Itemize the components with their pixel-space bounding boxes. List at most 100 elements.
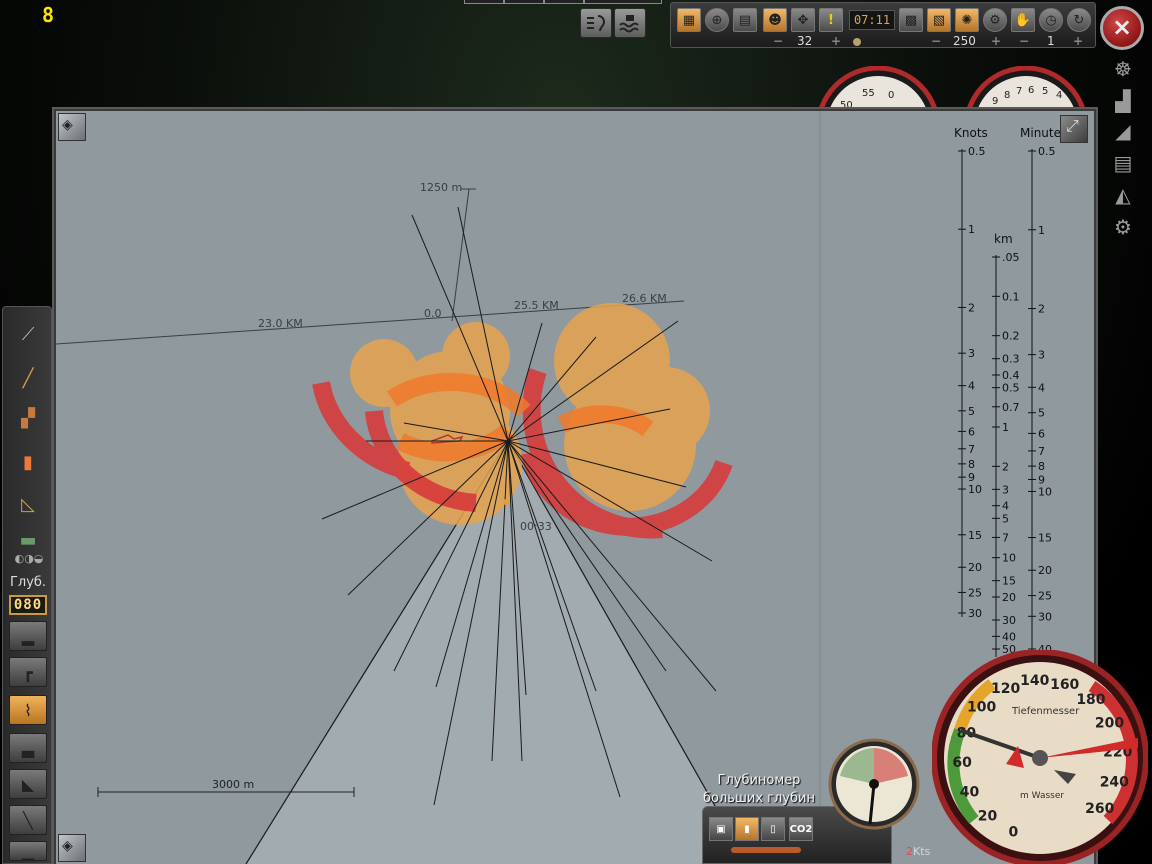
rotate-button[interactable]: ↻: [1067, 8, 1091, 32]
speed-time-distance-nomogram[interactable]: Knots Minutes km 0.51234567891015202530 …: [954, 126, 1067, 657]
bottom-button[interactable]: ▁: [9, 841, 47, 861]
uniform-button[interactable]: ◢: [1106, 116, 1140, 146]
chart-button[interactable]: ▩: [899, 8, 923, 32]
km-tick-label: 40: [1002, 630, 1016, 643]
distance-label: 25.5 KM: [514, 299, 559, 312]
alert-button[interactable]: !: [819, 8, 843, 32]
knots-tick-label: 30: [968, 607, 982, 620]
top-bar-segment: [464, 0, 504, 4]
compass-corner-icon: ◈: [62, 117, 73, 133]
engineering-button[interactable]: ⚙: [1106, 212, 1140, 242]
knots-tick-label: 20: [968, 561, 982, 574]
map-icon: ▦: [682, 12, 696, 28]
helm-button[interactable]: ☸: [1106, 54, 1140, 84]
navigation-button[interactable]: ✥: [791, 8, 815, 32]
knots-tick-label: 6: [968, 425, 975, 438]
time-plus-button[interactable]: +: [831, 34, 841, 48]
zoom-plus-button[interactable]: +: [1073, 34, 1083, 48]
scale-label: 3000 m: [212, 778, 254, 791]
surface-button[interactable]: ▂: [9, 621, 47, 651]
captain-portrait-icon: ☻: [768, 12, 782, 28]
battery-icon: ▮: [744, 823, 750, 835]
hand-button[interactable]: ✋: [1011, 8, 1035, 32]
depth-input[interactable]: 080: [9, 595, 47, 615]
pencil-tool[interactable]: ╱: [13, 363, 43, 393]
co2-button[interactable]: CO2: [789, 817, 813, 841]
hydrophone-button[interactable]: [580, 8, 612, 38]
dial-a-tick: 55: [862, 88, 875, 99]
drafting-compass-icon: ⟋: [21, 323, 35, 345]
game-screen: 8 ▦ ⊕ ▤ ☻ ✥ ! 07:11 ▩ ▧ ✺ ⚙ ✋ ◷ ↻ − 32 +…: [0, 0, 1152, 864]
knots-tick-label: 2: [968, 301, 975, 314]
battery-button[interactable]: ▮: [735, 817, 759, 841]
seabed-icon: ▁: [21, 841, 35, 861]
minutes-tick-label: 6: [1038, 427, 1045, 440]
fps-indicator: 8: [42, 3, 55, 27]
gauge-unit: m Wasser: [1020, 791, 1064, 801]
top-bar-segment: [504, 0, 544, 4]
knots-tick-label: 15: [968, 529, 982, 542]
engine-telegraph[interactable]: [826, 736, 926, 836]
periscope-button[interactable]: ⊕: [705, 8, 729, 32]
range-tick-line: [451, 188, 470, 322]
snorkel-depth-button[interactable]: ⌇: [9, 695, 47, 725]
km-tick-label: 0.4: [1002, 369, 1020, 382]
captain-button[interactable]: ☻: [763, 8, 787, 32]
map-corner-tool-bottom[interactable]: ◈: [58, 834, 86, 862]
protractor-tool[interactable]: ◺: [13, 489, 43, 519]
periscope-depth-button[interactable]: ┏: [9, 657, 47, 687]
gear-icon: ⚙: [989, 12, 1001, 28]
oxygen-button[interactable]: ▯: [761, 817, 785, 841]
knots-tick-label: 25: [968, 586, 982, 599]
view-toggles[interactable]: ◐◑◒: [7, 549, 51, 567]
deep-dive-button[interactable]: ╲: [9, 805, 47, 835]
render-minus-button[interactable]: −: [931, 34, 941, 48]
crash-dive-icon: ◣: [21, 774, 35, 794]
dial-a-tick: 0: [888, 90, 894, 101]
km-tick-label: 3: [1002, 483, 1009, 496]
crew-management-button[interactable]: ▟: [1106, 86, 1140, 116]
document-icon: ▤: [1113, 151, 1133, 175]
dive-button[interactable]: ▃: [9, 733, 47, 763]
zoom-map-button[interactable]: ▧: [927, 8, 951, 32]
triangle-icon: ◺: [21, 493, 35, 515]
depth-gauge[interactable]: 020406080100120140160180200220240260 Tie…: [932, 650, 1148, 864]
ruler-tool[interactable]: ▞: [13, 403, 43, 433]
compass-tool[interactable]: ⟋: [13, 319, 43, 349]
knots-tick-label: 7: [968, 443, 975, 456]
eraser-icon: ▮: [23, 451, 33, 473]
co2-label: CO2: [789, 823, 813, 835]
crash-dive-button[interactable]: ◣: [9, 769, 47, 799]
map-expand-button[interactable]: ⤢: [1060, 115, 1088, 143]
knots-tick-label: 8: [968, 458, 975, 471]
km-tick-label: 0.3: [1002, 353, 1020, 366]
logbook-button[interactable]: ▤: [733, 8, 757, 32]
close-button[interactable]: ×: [1100, 6, 1144, 50]
time-minus-button[interactable]: −: [773, 34, 783, 48]
eraser-tool[interactable]: ▮: [13, 447, 43, 477]
documents-button[interactable]: ▤: [1106, 148, 1140, 178]
time-compression-button[interactable]: ◷: [1039, 8, 1063, 32]
km-tick-label: 0.2: [1002, 330, 1020, 343]
depth-tick-label: 60: [952, 755, 972, 771]
flood-button[interactable]: ▣: [709, 817, 733, 841]
ship-wheel-icon: ☸: [1114, 57, 1132, 81]
map-corner-tool[interactable]: ◈: [58, 113, 86, 141]
minutes-tick-label: 2: [1038, 303, 1045, 316]
zoom-minus-button[interactable]: −: [1019, 34, 1029, 48]
compass-corner-icon: ◈: [62, 838, 73, 854]
tank-icon: ▣: [716, 823, 726, 835]
diving-sub-icon: ▃: [21, 738, 35, 758]
sonar-waves-button[interactable]: [614, 8, 646, 38]
map-mode-button[interactable]: ▦: [677, 8, 701, 32]
render-plus-button[interactable]: +: [991, 34, 1001, 48]
settings-button[interactable]: ⚙: [983, 8, 1007, 32]
crew-button[interactable]: ✺: [955, 8, 979, 32]
needle-hub: [1032, 750, 1048, 766]
damage-button[interactable]: ◭: [1106, 180, 1140, 210]
km-tick-label: 15: [1002, 575, 1016, 588]
view-circle-icons: ◐◑◒: [14, 551, 44, 565]
distance-label: 23.0 KM: [258, 317, 303, 330]
top-bar-segment: [584, 0, 662, 4]
slider-knob[interactable]: [853, 38, 861, 46]
